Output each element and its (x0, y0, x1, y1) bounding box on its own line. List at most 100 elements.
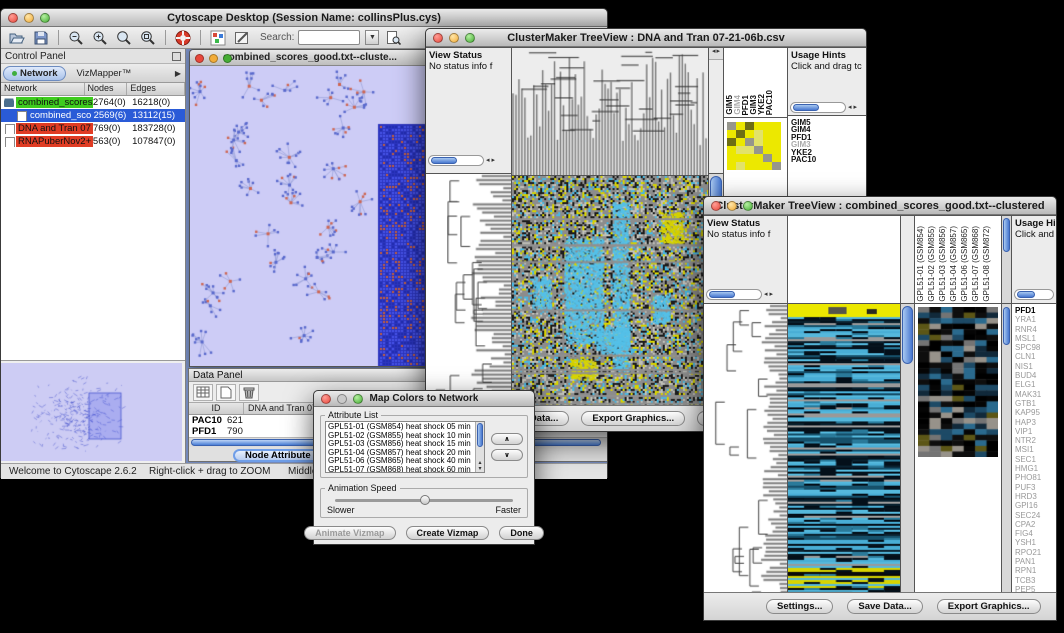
tv2-action-button[interactable]: Settings... (766, 599, 833, 614)
minimize-button[interactable] (24, 13, 34, 23)
arrow-right-icon[interactable]: ▸ (770, 291, 774, 299)
arrow-right-icon[interactable]: ▸ (492, 157, 496, 165)
gene-label[interactable]: PHO81 (1015, 473, 1056, 482)
zoom-out-icon[interactable] (66, 29, 86, 47)
network-list-row[interactable]: combined_sco 2569(6) 13112(15) (1, 109, 185, 122)
tab-network[interactable]: Network (3, 66, 66, 81)
zoom-fit-icon[interactable] (114, 29, 134, 47)
new-attribute-icon[interactable] (216, 384, 236, 401)
tv2-zoom-heatmap[interactable] (918, 307, 998, 457)
animate-vizmap-button[interactable]: Animate Vizmap (304, 526, 395, 540)
close-button[interactable] (321, 394, 331, 404)
zoom-button[interactable] (40, 13, 50, 23)
zoom-icon[interactable] (223, 54, 232, 63)
tv1-action-button[interactable]: Export Graphics... (581, 411, 685, 426)
gene-label[interactable]: BUD4 (1015, 371, 1056, 380)
arrow-left-icon[interactable]: ◂ (486, 157, 490, 165)
scroll-arrows-icon[interactable]: ▴▾ (476, 460, 484, 472)
search-dropdown-button[interactable]: ▼ (365, 30, 379, 45)
gene-label[interactable]: CPA2 (1015, 520, 1056, 529)
gene-label[interactable]: TCB3 (1015, 576, 1056, 585)
gene-label[interactable]: YRA1 (1015, 315, 1056, 324)
attribute-list-item[interactable]: GPL51-07 (GSM868) heat shock 60 min (328, 466, 484, 473)
tv2-labels-scrollbar[interactable] (1002, 216, 1011, 304)
gene-label[interactable]: NIS1 (1015, 362, 1056, 371)
gene-label[interactable]: SEC24 (1015, 511, 1056, 520)
tv1-col-zoom-slider[interactable] (790, 102, 846, 113)
gene-label[interactable]: PUF3 (1015, 483, 1056, 492)
dialog-titlebar[interactable]: Map Colors to Network (314, 391, 534, 407)
select-attributes-icon[interactable] (193, 384, 213, 401)
gene-label[interactable]: SEC1 (1015, 455, 1056, 464)
zoom-selected-icon[interactable] (138, 29, 158, 47)
arrow-right-icon[interactable]: ▸ (854, 104, 858, 112)
gene-label[interactable]: VIP1 (1015, 427, 1056, 436)
gene-label[interactable]: ELG1 (1015, 380, 1056, 389)
gene-label[interactable]: HMG1 (1015, 464, 1056, 473)
tv2-col-zoom-slider[interactable] (1014, 289, 1054, 300)
tv2-row-dendrogram[interactable] (704, 304, 787, 595)
network-list-row[interactable]: RNAPuberNov2+ 563(0) 107847(0) (1, 135, 185, 148)
tab-vizmapper[interactable]: VizMapper™ (68, 67, 139, 80)
gene-label[interactable]: PFD1 (1015, 306, 1056, 315)
open-file-icon[interactable] (7, 29, 27, 47)
arrow-left-icon[interactable]: ◂ (712, 48, 716, 59)
gene-label[interactable]: KAP95 (1015, 408, 1056, 417)
gene-label[interactable]: NTR2 (1015, 436, 1056, 445)
gene-label[interactable]: PAN1 (1015, 557, 1056, 566)
minimize-button[interactable] (337, 394, 347, 404)
search-config-icon[interactable] (383, 29, 403, 47)
zoom-button[interactable] (353, 394, 363, 404)
tv1-titlebar[interactable]: ClusterMaker TreeView : DNA and Tran 07-… (426, 29, 866, 47)
gene-label[interactable]: PAC10 (791, 156, 866, 163)
tv2-vscrollbar[interactable] (901, 304, 914, 620)
arrow-left-icon[interactable]: ◂ (764, 291, 768, 299)
arrow-left-icon[interactable]: ◂ (848, 104, 852, 112)
gene-label[interactable]: RPO21 (1015, 548, 1056, 557)
vizmapper-icon[interactable] (208, 29, 228, 47)
slider-knob[interactable] (420, 495, 430, 505)
zoom-in-icon[interactable] (90, 29, 110, 47)
float-panel-icon[interactable] (172, 52, 181, 61)
network-view-canvas[interactable] (190, 66, 430, 366)
tv1-row-zoom-slider[interactable] (428, 155, 484, 166)
delete-attribute-icon[interactable] (239, 384, 259, 401)
done-button[interactable]: Done (499, 526, 544, 540)
attribute-list[interactable]: GPL51-01 (GSM854) heat shock 05 minGPL51… (325, 421, 485, 473)
tv2-action-button[interactable]: Export Graphics... (937, 599, 1041, 614)
search-input[interactable] (298, 30, 360, 45)
tv2-titlebar[interactable]: ClusterMaker TreeView : combined_scores_… (704, 197, 1056, 215)
arrow-right-icon[interactable]: ▸ (717, 48, 721, 59)
minimize-button[interactable] (727, 201, 737, 211)
gene-label[interactable]: HRD3 (1015, 492, 1056, 501)
zoom-button[interactable] (465, 33, 475, 43)
move-down-button[interactable]: ∨ (491, 449, 523, 461)
close-button[interactable] (711, 201, 721, 211)
tv2-column-dendrogram[interactable] (788, 216, 899, 304)
gene-label[interactable]: FIG4 (1015, 529, 1056, 538)
close-button[interactable] (433, 33, 443, 43)
gene-label[interactable]: SPC98 (1015, 343, 1056, 352)
gene-label[interactable]: MSI1 (1015, 445, 1056, 454)
minimize-button[interactable] (449, 33, 459, 43)
tv1-column-dendrogram[interactable] (512, 48, 708, 176)
tv2-action-button[interactable]: Save Data... (847, 599, 922, 614)
tv1-heatmap[interactable] (512, 176, 708, 407)
tv2-zoom-panel[interactable] (915, 304, 1001, 620)
data-column-id[interactable]: ID (189, 403, 244, 414)
help-lifebuoy-icon[interactable] (173, 29, 193, 47)
annotation-icon[interactable] (232, 29, 252, 47)
tv2-row-zoom-slider[interactable] (706, 289, 762, 300)
close-icon[interactable] (195, 54, 204, 63)
main-titlebar[interactable]: Cytoscape Desktop (Session Name: collins… (1, 9, 607, 27)
tv2-gene-list[interactable]: PFD1YRA1RNR4MSL1SPC98CLN1NIS1BUD4ELG1MAK… (1012, 304, 1056, 620)
gene-label[interactable]: GTB1 (1015, 399, 1056, 408)
close-button[interactable] (8, 13, 18, 23)
create-vizmap-button[interactable]: Create Vizmap (406, 526, 490, 540)
gene-label[interactable]: HAP3 (1015, 418, 1056, 427)
network-list-row[interactable]: combined_scores 2764(0) 16218(0) (1, 96, 185, 109)
minimize-icon[interactable] (209, 54, 218, 63)
gene-label[interactable]: YSH1 (1015, 538, 1056, 547)
gene-label[interactable]: MSL1 (1015, 334, 1056, 343)
animation-speed-slider[interactable] (335, 499, 513, 502)
